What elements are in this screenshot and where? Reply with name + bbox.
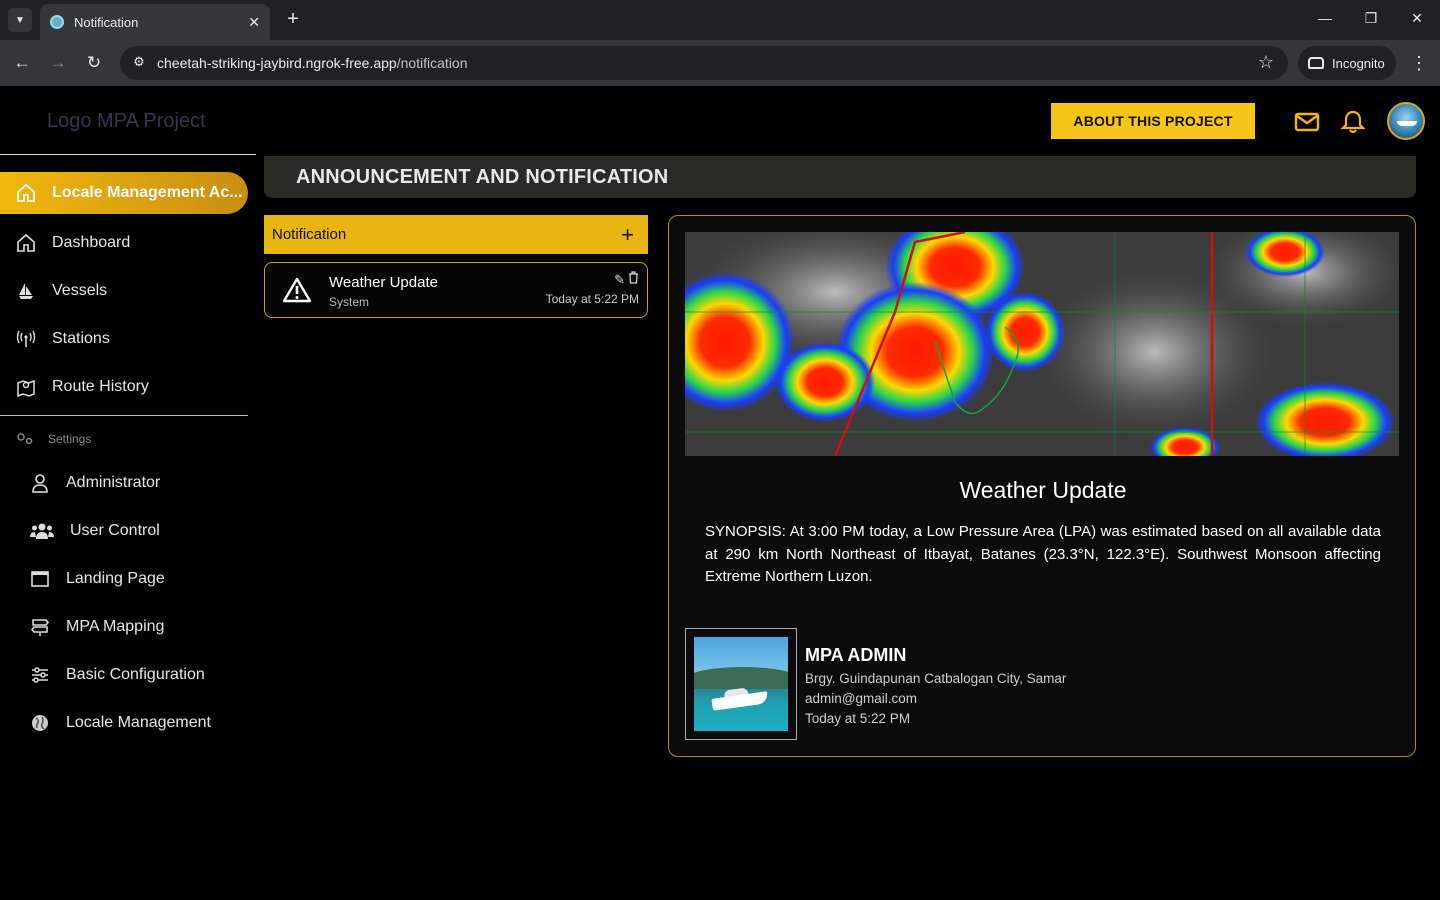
trash-icon[interactable]: [628, 271, 639, 284]
home-icon: [17, 233, 35, 252]
mail-icon[interactable]: [1294, 110, 1320, 134]
site-settings-icon[interactable]: ⚙: [130, 54, 148, 72]
sidebar-item-stations[interactable]: Stations: [16, 324, 110, 354]
incognito-icon: [1308, 57, 1324, 69]
notification-title: Weather Update: [329, 274, 438, 291]
sidebar-item-label: Stations: [52, 330, 110, 347]
map-pin-icon: [17, 379, 35, 397]
ship-icon: [19, 283, 33, 299]
bookmark-star-icon[interactable]: ☆: [1258, 52, 1274, 73]
user-avatar[interactable]: [1387, 102, 1425, 140]
yacht-photo: [694, 637, 788, 731]
gears-icon: [17, 433, 33, 445]
notification-detail-panel: Weather Update SYNOPSIS: At 3:00 PM toda…: [668, 215, 1416, 757]
app-root: Logo MPA Project ABOUT THIS PROJECT Loca…: [0, 86, 1440, 900]
sidebar-item-locale-management[interactable]: Locale Management: [30, 708, 211, 738]
sidebar-item-label: Locale Management Ac...: [52, 184, 243, 201]
window-icon: [31, 571, 49, 587]
author-email: admin@gmail.com: [805, 691, 917, 706]
sidebar-item-dashboard[interactable]: Dashboard: [16, 228, 130, 258]
sidebar-item-label: MPA Mapping: [66, 618, 165, 635]
sidebar-item-route-history[interactable]: Route History: [16, 372, 149, 402]
more-menu-icon[interactable]: ⋮: [1410, 52, 1428, 74]
reload-icon[interactable]: ↻: [83, 52, 105, 74]
chevron-down-icon: ▼: [15, 14, 25, 26]
home-icon: [17, 183, 35, 202]
sidebar-item-basic-configuration[interactable]: Basic Configuration: [30, 660, 205, 690]
author-address: Brgy. Guindapunan Catbalogan City, Samar: [805, 671, 1067, 686]
incognito-indicator[interactable]: Incognito: [1298, 46, 1396, 80]
sidebar-item-label: Locale Management: [66, 714, 211, 731]
browser-tab-bar: ▼ Notification ✕ + — ❐ ✕: [0, 0, 1440, 40]
sidebar-item-administrator[interactable]: Administrator: [30, 468, 160, 498]
sidebar-divider: [0, 415, 248, 416]
minimize-icon[interactable]: —: [1315, 10, 1335, 26]
close-icon[interactable]: ✕: [248, 14, 260, 31]
author-photo: [685, 628, 797, 740]
sidebar-item-landing-page[interactable]: Landing Page: [30, 564, 165, 594]
sidebar-item-label: Dashboard: [52, 234, 131, 251]
notification-list-header: Notification +: [264, 215, 648, 254]
sidebar-item-label: Vessels: [52, 282, 108, 299]
satellite-image-graphic: [685, 232, 1399, 456]
globe-icon: [32, 715, 48, 731]
browser-tab[interactable]: Notification ✕: [40, 4, 270, 40]
new-tab-button[interactable]: +: [282, 8, 304, 30]
notification-time: Today at 5:22 PM: [545, 292, 639, 306]
notification-source: System: [329, 295, 370, 309]
users-icon: [30, 523, 54, 539]
restore-icon[interactable]: ❐: [1361, 10, 1381, 27]
settings-section-label: Settings: [16, 432, 91, 446]
add-notification-button[interactable]: +: [621, 223, 634, 246]
warning-icon: [283, 277, 311, 303]
incognito-label: Incognito: [1332, 55, 1385, 71]
about-project-button[interactable]: ABOUT THIS PROJECT: [1051, 103, 1255, 139]
signpost-icon: [31, 619, 49, 636]
sidebar-item-label: Basic Configuration: [66, 666, 205, 683]
sidebar-divider: [0, 154, 256, 155]
address-bar[interactable]: ⚙ cheetah-striking-jaybird.ngrok-free.ap…: [120, 46, 1288, 80]
tab-search-button[interactable]: ▼: [8, 8, 32, 32]
url-text: cheetah-striking-jaybird.ngrok-free.app/…: [157, 55, 468, 71]
bell-icon[interactable]: [1340, 110, 1366, 134]
author-name: MPA ADMIN: [805, 645, 907, 665]
antenna-icon: [16, 330, 36, 347]
sidebar-item-locale-management-active[interactable]: Locale Management Ac...: [0, 172, 248, 214]
satellite-weather-image: [685, 232, 1399, 456]
logo-text[interactable]: Logo MPA Project: [47, 110, 206, 133]
detail-body: SYNOPSIS: At 3:00 PM today, a Low Pressu…: [705, 523, 1381, 585]
author-time: Today at 5:22 PM: [805, 711, 911, 726]
edit-icon[interactable]: ✎: [614, 272, 625, 288]
detail-title: Weather Update: [959, 477, 1127, 503]
back-arrow-icon[interactable]: ←: [11, 52, 33, 74]
page-title: ANNOUNCEMENT AND NOTIFICATION: [296, 165, 669, 188]
sliders-icon: [32, 667, 48, 683]
sidebar-item-vessels[interactable]: Vessels: [16, 276, 107, 306]
user-icon: [32, 474, 48, 493]
sidebar-item-label: Administrator: [66, 474, 161, 491]
sidebar-item-label: User Control: [70, 522, 160, 539]
browser-toolbar: ← → ↻ ⚙ cheetah-striking-jaybird.ngrok-f…: [0, 40, 1440, 86]
notification-item[interactable]: Weather Update System ✎ Today at 5:22 PM: [264, 262, 648, 318]
page-title-banner: ANNOUNCEMENT AND NOTIFICATION: [264, 156, 1416, 198]
sidebar-item-label: Landing Page: [66, 570, 165, 587]
settings-label: Settings: [48, 432, 92, 446]
tab-title: Notification: [74, 14, 139, 30]
sidebar-item-label: Route History: [52, 378, 149, 395]
forward-arrow-icon[interactable]: →: [47, 52, 69, 74]
sidebar-item-user-control[interactable]: User Control: [30, 516, 160, 546]
favicon-icon: [50, 15, 64, 29]
window-close-icon[interactable]: ✕: [1407, 10, 1427, 27]
sidebar-item-mpa-mapping[interactable]: MPA Mapping: [30, 612, 164, 642]
notification-header-label: Notification: [272, 226, 347, 243]
